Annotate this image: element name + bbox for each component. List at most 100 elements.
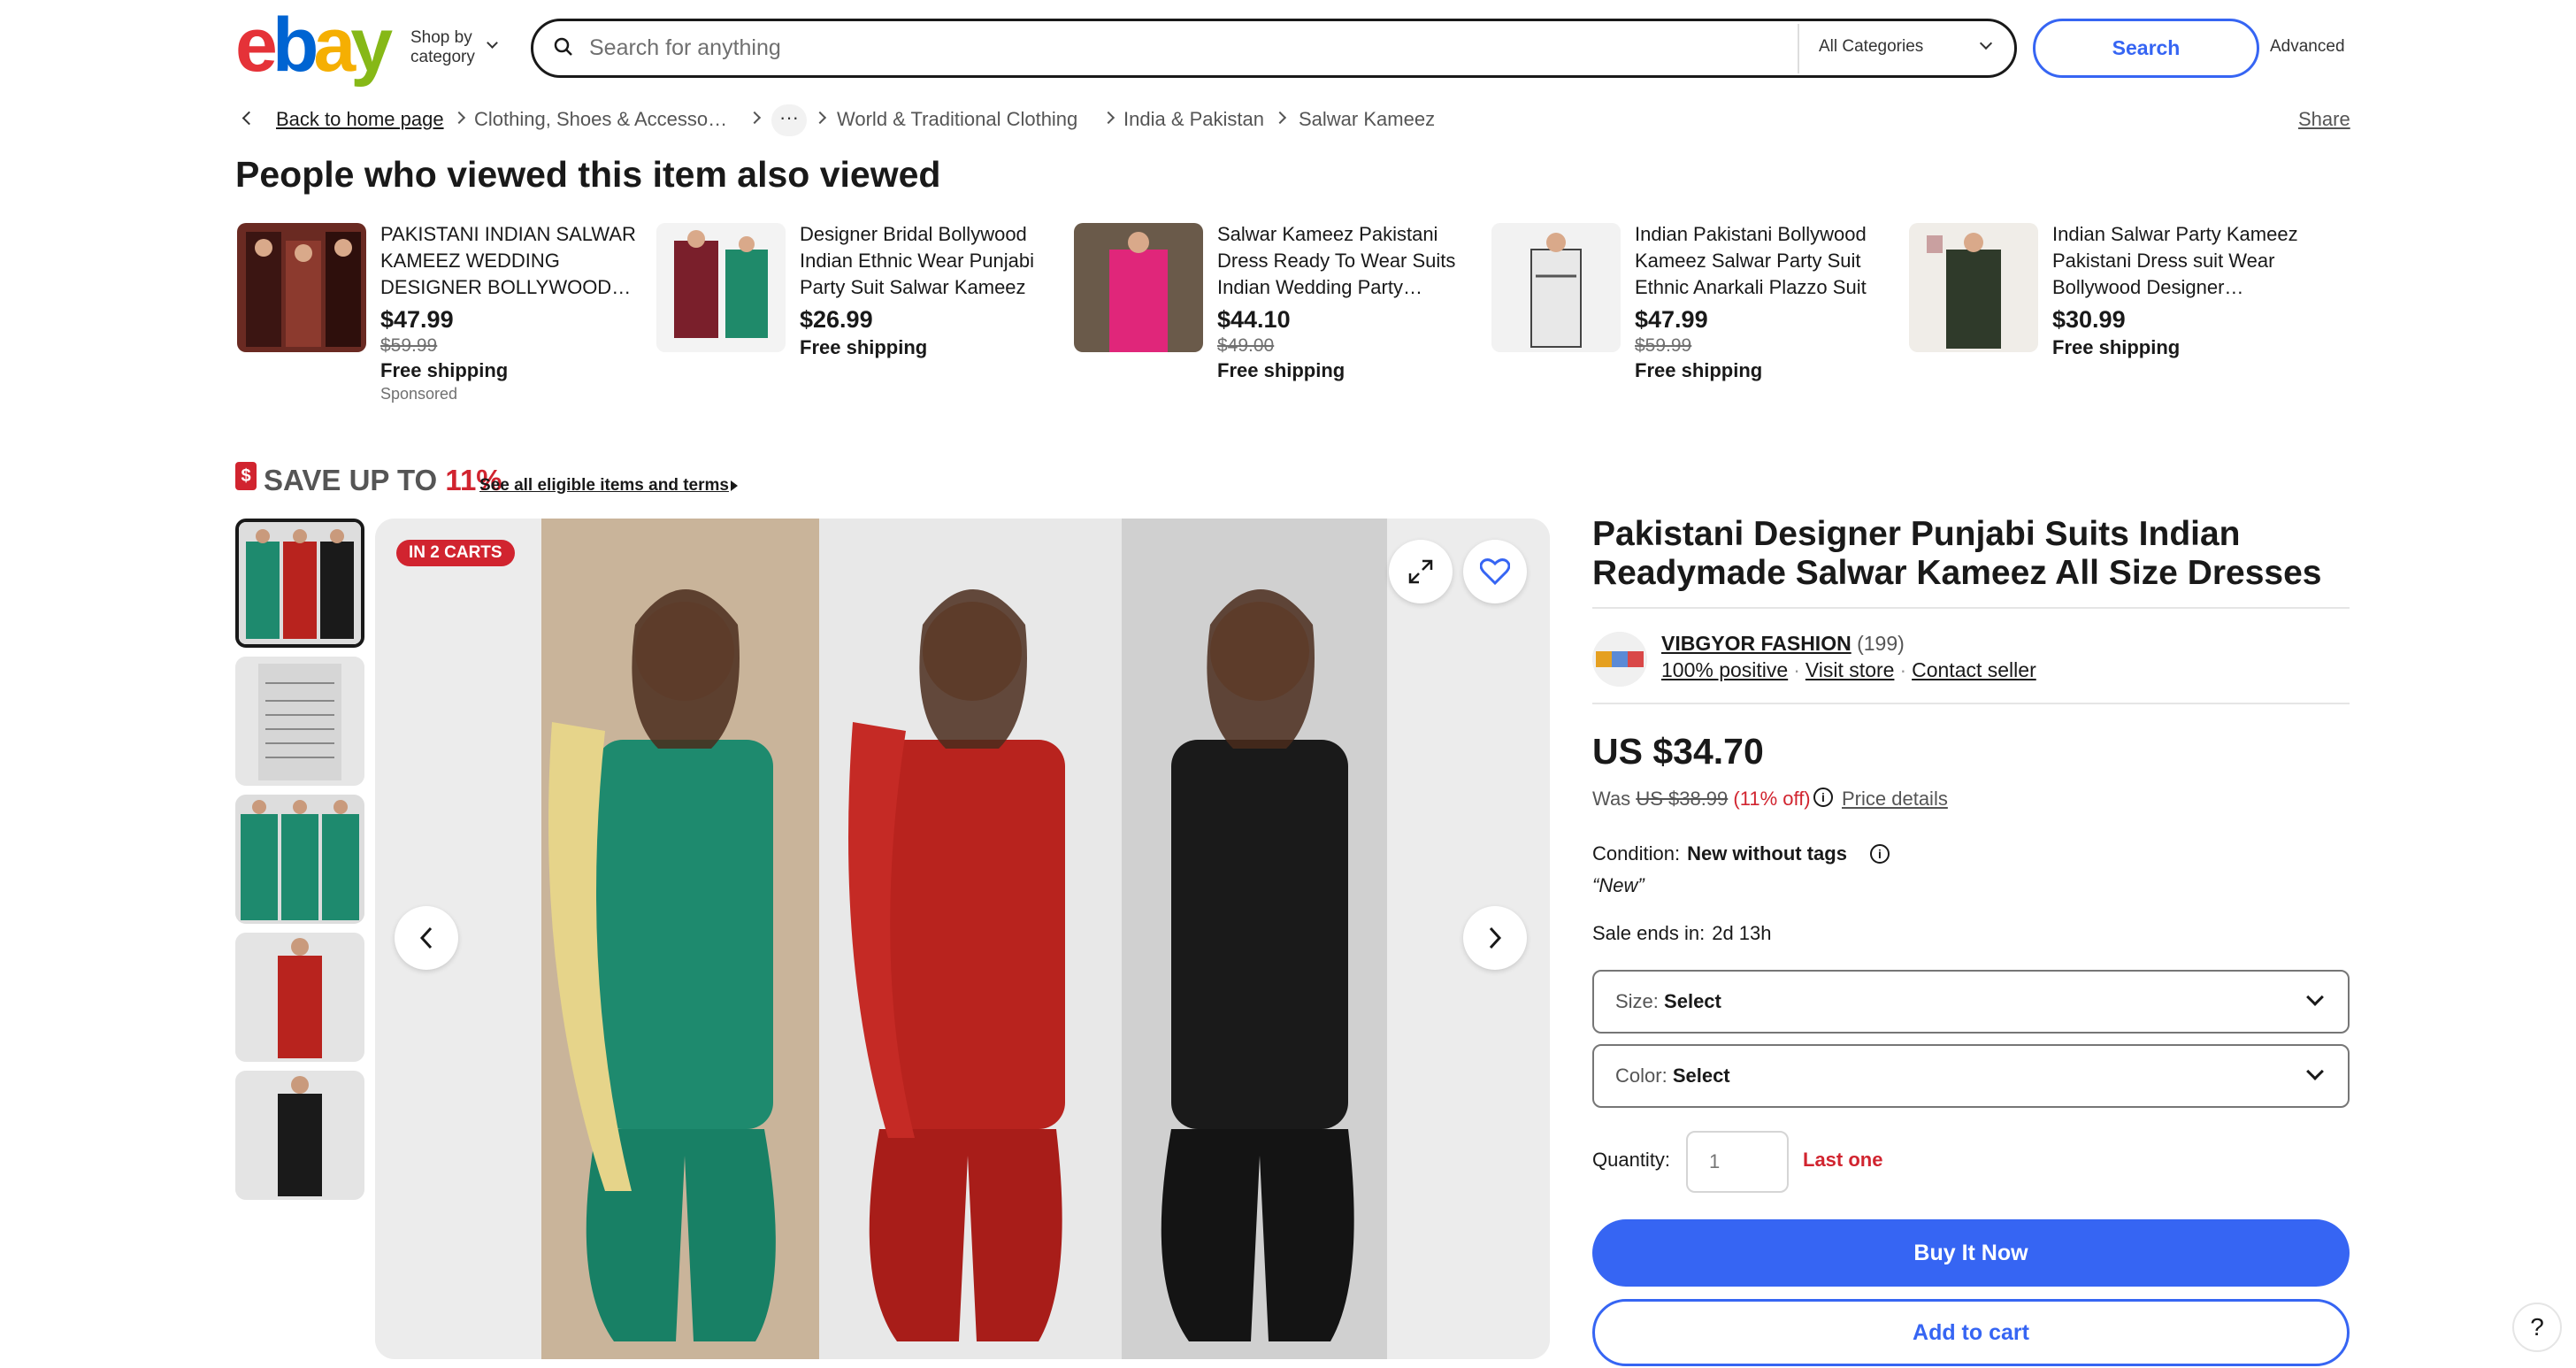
product-name: Indian Salwar Party Kameez Pakistani Dre… [2052, 223, 2298, 298]
product-title: Pakistani Designer Punjabi Suits Indian … [1592, 515, 2322, 592]
current-price: US $34.70 [1592, 731, 1764, 772]
contact-seller-link[interactable]: Contact seller [1912, 658, 2036, 681]
visit-store-link[interactable]: Visit store [1806, 658, 1895, 681]
chevron-sep-icon [748, 111, 762, 125]
thumbnail-3[interactable] [235, 795, 364, 924]
chevron-down-icon [2306, 988, 2324, 1006]
watchlist-button[interactable] [1463, 540, 1527, 603]
price-details-link[interactable]: Price details [1842, 788, 1948, 811]
eligible-items-link[interactable]: See all eligible items and terms [479, 476, 729, 496]
search-button[interactable]: Search [2033, 19, 2259, 78]
heart-icon [1480, 558, 1510, 585]
product-price: $26.99 [800, 306, 873, 333]
stock-note: Last one [1803, 1149, 1883, 1171]
product-name: PAKISTANI INDIAN SALWAR KAMEEZ WEDDING D… [380, 223, 636, 298]
save-banner: SAVE UP TO 11% [264, 464, 502, 496]
play-arrow-icon [731, 480, 738, 491]
pav-item[interactable]: Salwar Kameez Pakistani Dress Ready To W… [1074, 221, 1481, 416]
was-price: Was US $38.99 (11% off) [1592, 788, 1811, 810]
chevron-down-icon [2306, 1063, 2324, 1080]
seller-name-link[interactable]: VIBGYOR FASHION [1661, 632, 1852, 655]
shipping-label: Free shipping [800, 336, 928, 358]
product-image [1074, 223, 1203, 352]
quantity-input[interactable] [1686, 1131, 1789, 1193]
main-product-image [375, 519, 1550, 1359]
back-to-home-link[interactable]: Back to home page [276, 108, 444, 131]
product-name: Indian Pakistani Bollywood Kameez Salwar… [1635, 223, 1867, 298]
breadcrumb-item-clothing[interactable]: Clothing, Shoes & Accesso… [474, 108, 727, 131]
divider [1592, 607, 2350, 609]
ebay-logo[interactable]: ebay [235, 7, 393, 83]
breadcrumb-more-button[interactable]: ··· [771, 104, 807, 136]
buy-it-now-button[interactable]: Buy It Now [1592, 1219, 2350, 1287]
info-icon[interactable]: i [1870, 844, 1890, 864]
help-button[interactable]: ? [2512, 1303, 2562, 1352]
pav-item[interactable]: Indian Salwar Party Kameez Pakistani Dre… [1909, 221, 2316, 416]
thumbnail-2[interactable] [235, 657, 364, 786]
product-price: $30.99 [2052, 306, 2126, 333]
expand-icon [1408, 559, 1433, 584]
size-select[interactable]: Size: Select [1592, 970, 2350, 1034]
add-to-cart-button[interactable]: Add to cart [1592, 1299, 2350, 1366]
expand-image-button[interactable] [1389, 540, 1453, 603]
category-select[interactable]: All Categories [1819, 37, 1923, 57]
share-link[interactable]: Share [2298, 108, 2350, 131]
seller-feedback-count: (199) [1857, 632, 1905, 655]
color-select[interactable]: Color: Select [1592, 1044, 2350, 1108]
shipping-label: Free shipping [2052, 336, 2181, 358]
breadcrumb-item-world-traditional[interactable]: World & Traditional Clothing [837, 108, 1077, 131]
chevron-sep-icon [813, 111, 827, 125]
section-title: People who viewed this item also viewed [235, 154, 941, 195]
chevron-sep-icon [452, 111, 466, 125]
advanced-search-link[interactable]: Advanced [2270, 37, 2345, 57]
pav-item[interactable]: PAKISTANI INDIAN SALWAR KAMEEZ WEDDING D… [237, 221, 644, 416]
seller-avatar[interactable] [1592, 632, 1647, 687]
pav-item[interactable]: Indian Pakistani Bollywood Kameez Salwar… [1491, 221, 1898, 416]
breadcrumb-item-salwar-kameez[interactable]: Salwar Kameez [1299, 108, 1435, 131]
discount-tag-icon: $ [235, 462, 257, 490]
seller-positive-link[interactable]: 100% positive [1661, 658, 1788, 681]
product-image [1909, 223, 2038, 352]
shop-by-category[interactable]: Shop by category [410, 28, 475, 67]
thumbnail-5[interactable] [235, 1071, 364, 1200]
product-was-price: $59.99 [1635, 335, 1692, 356]
product-name: Designer Bridal Bollywood Indian Ethnic … [800, 223, 1034, 298]
chevron-left-icon [242, 111, 257, 126]
next-image-button[interactable] [1463, 906, 1527, 970]
chevron-right-icon [1489, 926, 1502, 949]
product-image [1491, 223, 1621, 352]
product-image [656, 223, 786, 352]
product-price: $47.99 [1635, 306, 1708, 333]
product-was-price: $49.00 [1217, 335, 1275, 356]
previous-image-button[interactable] [395, 906, 458, 970]
condition: Condition: New without tags [1592, 842, 1847, 865]
thumbnail-4[interactable] [235, 933, 364, 1062]
shipping-label: Free shipping [1635, 359, 1763, 381]
info-icon[interactable]: i [1813, 788, 1833, 807]
product-name: Salwar Kameez Pakistani Dress Ready To W… [1217, 223, 1456, 298]
sale-ends: Sale ends in: 2d 13h [1592, 922, 1772, 944]
shipping-label: Free shipping [1217, 359, 1346, 381]
in-carts-badge: IN 2 CARTS [396, 540, 515, 566]
quantity-label: Quantity: [1592, 1149, 1671, 1171]
condition-note: “New” [1592, 874, 1644, 896]
product-image [237, 223, 366, 352]
chevron-sep-icon [1273, 111, 1287, 125]
search-input[interactable] [589, 32, 1783, 64]
shipping-label: Free shipping [380, 359, 509, 381]
divider [1798, 24, 1799, 73]
chevron-down-icon [487, 37, 498, 49]
divider [1592, 703, 2350, 704]
seller-links: 100% positive · Visit store · Contact seller [1661, 658, 2036, 681]
pav-item[interactable]: Designer Bridal Bollywood Indian Ethnic … [656, 221, 1063, 416]
chevron-left-icon [419, 926, 433, 949]
product-was-price: $59.99 [380, 335, 438, 356]
product-price: $47.99 [380, 306, 454, 333]
seller-info: VIBGYOR FASHION (199) [1661, 632, 1905, 656]
chevron-sep-icon [1101, 111, 1116, 125]
product-price: $44.10 [1217, 306, 1291, 333]
sponsored-label: Sponsored [380, 385, 458, 403]
breadcrumb-item-india-pakistan[interactable]: India & Pakistan [1123, 108, 1264, 131]
thumbnail-1[interactable] [235, 519, 364, 648]
search-icon [554, 37, 572, 56]
